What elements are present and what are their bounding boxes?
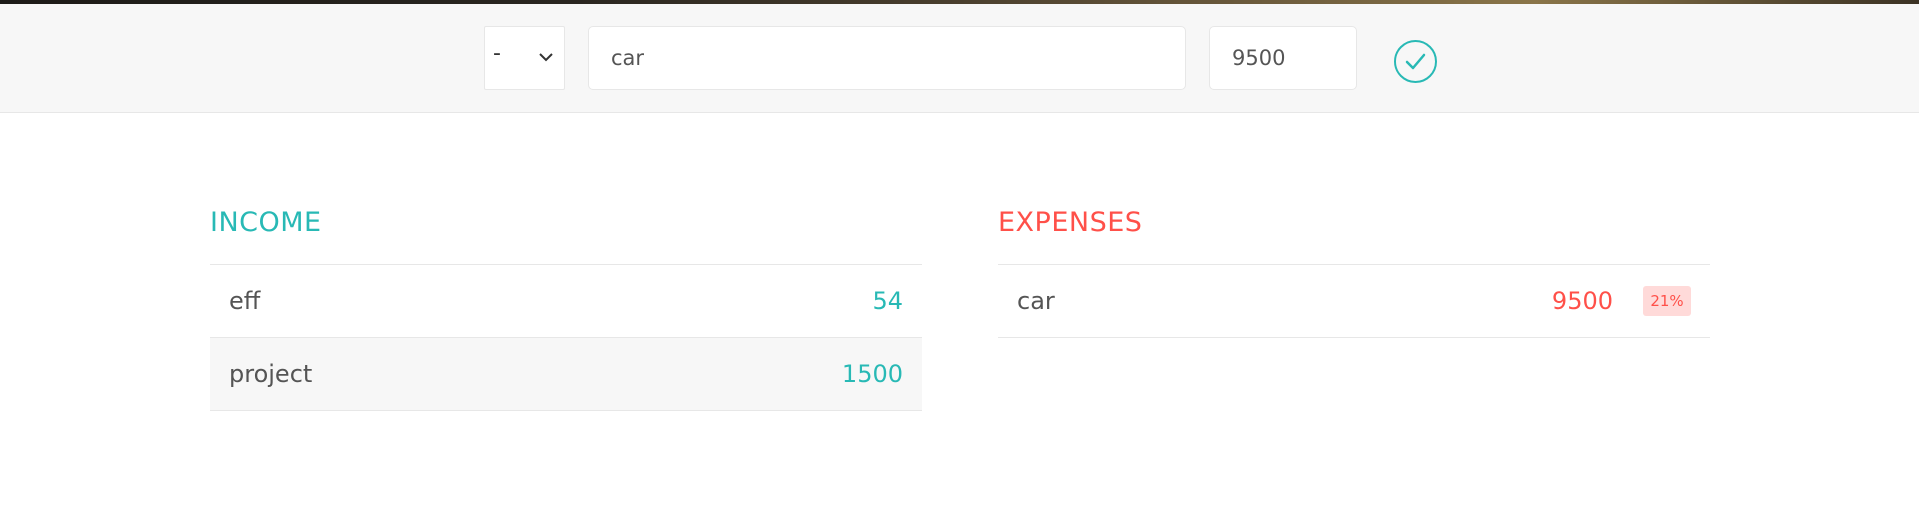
add-item-bar: - car 9500 <box>0 4 1919 113</box>
expense-item-description: car <box>1017 287 1055 315</box>
type-select[interactable]: - <box>484 26 565 90</box>
expense-percentage-badge: 21% <box>1643 286 1691 316</box>
income-item: project 1500 <box>210 338 922 411</box>
expenses-section: EXPENSES car 9500 21% <box>998 207 1710 338</box>
expenses-title: EXPENSES <box>998 207 1143 238</box>
income-section: INCOME eff 54 project 1500 <box>210 207 922 411</box>
type-select-value: - <box>493 41 501 66</box>
expense-item: car 9500 21% <box>998 265 1710 338</box>
income-item: eff 54 <box>210 265 922 338</box>
checkmark-circle-icon[interactable] <box>1393 39 1438 84</box>
description-input[interactable]: car <box>588 26 1186 90</box>
income-item-value: 54 <box>872 287 903 315</box>
chevron-down-icon <box>539 53 553 62</box>
expenses-list: car 9500 21% <box>998 264 1710 338</box>
income-item-description: project <box>229 360 313 388</box>
income-item-value: 1500 <box>841 360 903 388</box>
income-item-description: eff <box>229 287 261 315</box>
value-input[interactable]: 9500 <box>1209 26 1357 90</box>
income-list: eff 54 project 1500 <box>210 264 922 411</box>
income-title: INCOME <box>210 207 322 238</box>
expense-item-value: 9500 <box>1551 287 1613 315</box>
